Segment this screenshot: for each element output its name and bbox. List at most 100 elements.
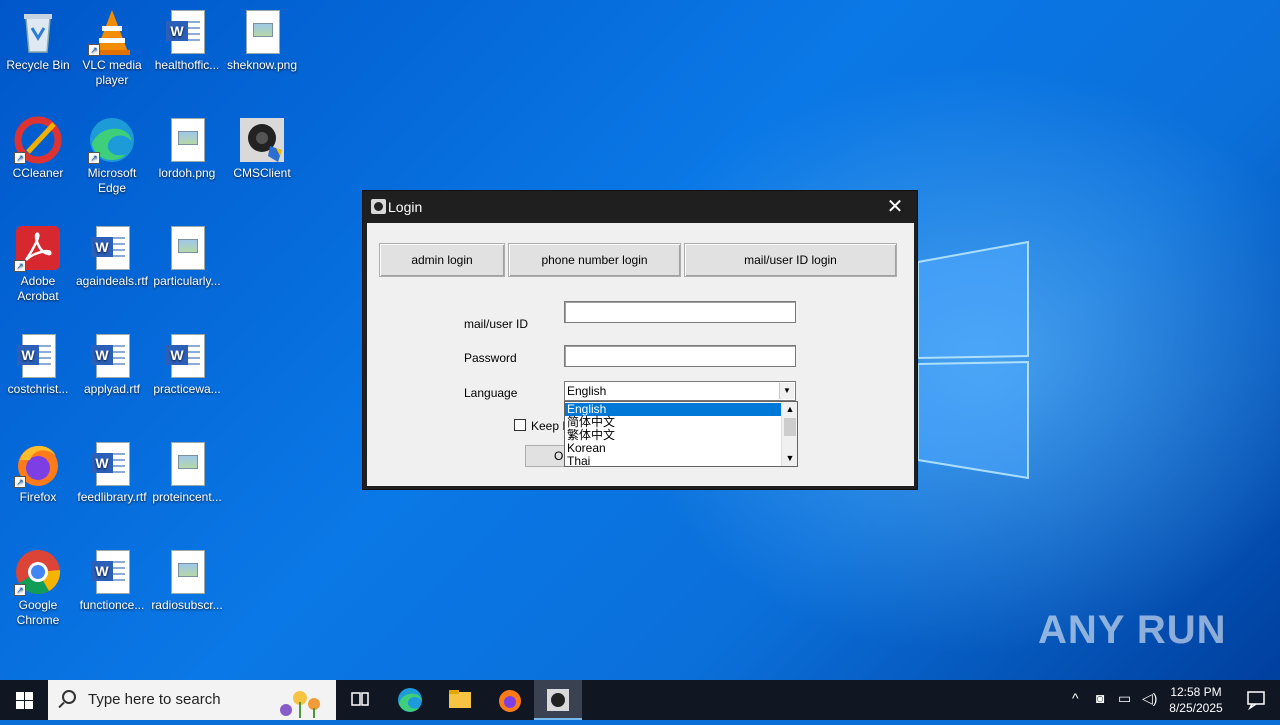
desktop-icon-label: sheknow.png (226, 58, 298, 72)
start-button[interactable] (0, 680, 48, 720)
window-title: Login (388, 199, 423, 215)
desktop-icon-recycle-bin[interactable]: Recycle Bin (0, 8, 76, 73)
notification-center-button[interactable] (1232, 680, 1280, 720)
desktop-icon-chrome[interactable]: ↗ Google Chrome (0, 548, 76, 628)
desktop-icon-applyad[interactable]: W applyad.rtf (74, 332, 150, 397)
language-selected-value: English (567, 384, 607, 398)
language-option-korean[interactable]: Korean (565, 442, 781, 455)
image-file-icon (163, 224, 211, 272)
search-highlight-flowers-icon (280, 691, 320, 718)
phone-number-login-button[interactable]: phone number login (508, 243, 681, 277)
acrobat-icon: ↗ (14, 224, 62, 272)
password-label: Password (464, 351, 517, 365)
desktop-icon-label: Recycle Bin (6, 58, 70, 72)
close-icon[interactable]: ✕ (881, 193, 909, 221)
edge-icon: ↗ (88, 116, 136, 164)
scroll-up-icon[interactable]: ▲ (782, 402, 797, 417)
task-view-button[interactable] (336, 680, 384, 720)
desktop-icon-label: applyad.rtf (83, 382, 141, 396)
desktop-icon-cmsclient[interactable]: CMSClient (224, 116, 300, 181)
desktop-icon-againdeals[interactable]: W againdeals.rtf (74, 224, 150, 289)
desktop-icon-firefox[interactable]: ↗ Firefox (0, 440, 76, 505)
word-doc-icon: W (88, 548, 136, 596)
taskbar-search-box[interactable]: Type here to search (48, 680, 336, 720)
word-doc-icon: W (163, 332, 211, 380)
desktop-icon-label: proteincent... (152, 490, 222, 504)
language-dropdown-list: English 简体中文 繁体中文 Korean Thai ▲ ▼ (564, 401, 798, 467)
volume-icon[interactable]: ◁) (1142, 690, 1157, 707)
dropdown-scrollbar[interactable]: ▲ ▼ (781, 402, 797, 466)
ccleaner-icon: ↗ (14, 116, 62, 164)
desktop-icon-proteincent[interactable]: proteincent... (149, 440, 225, 505)
scrollbar-thumb[interactable] (784, 418, 796, 436)
chrome-icon: ↗ (14, 548, 62, 596)
system-tray: ^ ◙ ▭ ◁) (1066, 680, 1160, 720)
scroll-down-icon[interactable]: ▼ (782, 451, 797, 466)
mail-user-id-login-button[interactable]: mail/user ID login (684, 243, 897, 277)
clock-date: 8/25/2025 (1169, 701, 1223, 715)
desktop-icon-vlc[interactable]: ↗ VLC media player (74, 8, 150, 88)
chevron-down-icon[interactable]: ▼ (779, 383, 794, 399)
desktop-icon-label: Microsoft Edge (87, 166, 137, 195)
desktop-icon-sheknow[interactable]: sheknow.png (224, 8, 300, 73)
language-option-thai[interactable]: Thai (565, 455, 781, 467)
word-doc-icon: W (88, 224, 136, 272)
desktop-icon-healthoffic[interactable]: W healthoffic... (149, 8, 225, 73)
network-icon[interactable]: ▭ (1118, 690, 1131, 707)
desktop-icon-label: Google Chrome (16, 598, 60, 627)
desktop-icon-practicewa[interactable]: W practicewa... (149, 332, 225, 397)
chevron-up-icon[interactable]: ^ (1072, 690, 1079, 706)
cmsclient-icon (238, 116, 286, 164)
desktop-icon-radiosubscr[interactable]: radiosubscr... (149, 548, 225, 613)
desktop-icon-label: costchrist... (7, 382, 69, 396)
desktop-icon-label: feedlibrary.rtf (77, 490, 147, 504)
desktop-icon-costchrist[interactable]: W costchrist... (0, 332, 76, 397)
taskbar-clock[interactable]: 12:58 PM 8/25/2025 (1160, 684, 1232, 716)
language-select[interactable]: English ▼ (564, 381, 796, 401)
camera-icon[interactable]: ◙ (1096, 690, 1104, 706)
login-titlebar[interactable]: Login ✕ (363, 191, 917, 223)
word-doc-icon: W (88, 332, 136, 380)
cmsclient-app-icon (371, 199, 386, 214)
password-field[interactable] (564, 345, 796, 367)
desktop-icon-label: particularly... (153, 274, 221, 288)
taskbar-firefox[interactable] (486, 680, 534, 720)
desktop-icon-ccleaner[interactable]: ↗ CCleaner (0, 116, 76, 181)
desktop-icon-functionce[interactable]: W functionce... (74, 548, 150, 613)
search-icon (62, 690, 76, 704)
shortcut-arrow-icon: ↗ (88, 44, 100, 56)
taskbar-file-explorer[interactable] (436, 680, 484, 720)
taskbar-edge[interactable] (386, 680, 434, 720)
desktop-icon-edge[interactable]: ↗ Microsoft Edge (74, 116, 150, 196)
image-file-icon (163, 440, 211, 488)
desktop-icon-label: healthoffic... (154, 58, 220, 72)
image-file-icon (163, 548, 211, 596)
mail-user-id-field[interactable] (564, 301, 796, 323)
cmsclient-icon (547, 689, 569, 711)
desktop-icon-particularly[interactable]: particularly... (149, 224, 225, 289)
word-doc-icon: W (163, 8, 211, 56)
desktop-icon-label: CMSClient (233, 166, 291, 180)
desktop-icon-feedlibrary[interactable]: W feedlibrary.rtf (74, 440, 150, 505)
image-file-icon (238, 8, 286, 56)
desktop-icon-label: radiosubscr... (151, 598, 223, 612)
password-input[interactable] (565, 346, 795, 366)
shortcut-arrow-icon: ↗ (88, 152, 100, 164)
desktop: Recycle Bin ↗ VLC media player W healtho… (0, 0, 1280, 680)
shortcut-arrow-icon: ↗ (14, 260, 26, 272)
word-doc-icon: W (14, 332, 62, 380)
taskbar-cmsclient[interactable] (534, 680, 582, 720)
image-file-icon (163, 116, 211, 164)
admin-login-button[interactable]: admin login (379, 243, 505, 277)
desktop-icon-label: Firefox (19, 490, 57, 504)
desktop-icon-acrobat[interactable]: ↗ Adobe Acrobat (0, 224, 76, 304)
mail-user-id-input[interactable] (565, 302, 795, 322)
clock-time: 12:58 PM (1170, 685, 1222, 699)
notification-icon (1247, 691, 1265, 711)
shortcut-arrow-icon: ↗ (14, 152, 26, 164)
shortcut-arrow-icon: ↗ (14, 584, 26, 596)
desktop-icon-label: CCleaner (12, 166, 64, 180)
desktop-icon-lordoh[interactable]: lordoh.png (149, 116, 225, 181)
taskbar: Type here to search ^ ◙ ▭ ◁) 12:58 PM 8/… (0, 680, 1280, 720)
keep-password-checkbox[interactable] (514, 419, 526, 431)
